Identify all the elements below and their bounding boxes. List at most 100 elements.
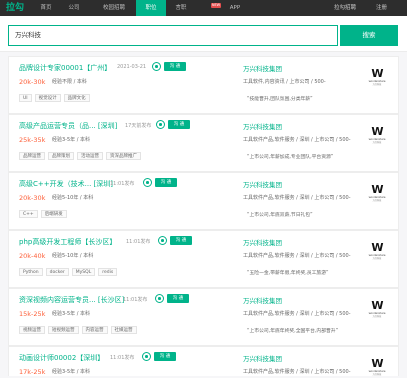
job-tag: Python (19, 268, 43, 276)
company-benefit: “上市公司,年底双薪,节日礼包” (247, 213, 313, 218)
job-tags: 视频运营 短视频运营 内容运营 社媒运营 (19, 326, 140, 335)
site-logo[interactable]: 拉勾 (6, 2, 28, 14)
job-tag: UI (19, 94, 32, 102)
salary: 20k-40k (19, 252, 46, 260)
company-benefit: “上市公司,年薪加成,专业团队,平台资源” (247, 155, 334, 160)
job-card[interactable]: 资深视频内容运营专员... [长沙区] 11:01发布 沟 通 15k-25k … (8, 288, 399, 346)
job-card[interactable]: 高级产品运营专员（品... [深圳] 17天前发布 沟 通 25k-35k 经验… (8, 114, 399, 172)
job-tag: 品牌策划 (48, 152, 74, 160)
company-benefit: “上市公司,年底年终奖,全国平台,内部晋升” (247, 329, 339, 334)
nav-item-company[interactable]: 公司 (62, 0, 86, 16)
top-nav: 拉勾 首页 公司 校园招聘 职位 言职 NEW APP 拉勾招聘 注册 (0, 0, 407, 16)
chat-icon (158, 236, 167, 245)
salary: 25k-35k (19, 136, 46, 144)
company-benefit: “技能晋升,团队氛围,分类年薪” (247, 97, 313, 102)
job-card[interactable]: php高级开发工程师【长沙区】 11:01发布 沟 通 20k-40k 经验5-… (8, 230, 399, 288)
nav-item-campus[interactable]: 校园招聘 (94, 0, 134, 16)
chat-button[interactable]: 沟 通 (164, 62, 186, 71)
nav-item-app[interactable]: APP (226, 0, 244, 16)
job-tag: 资深品牌推广 (106, 152, 141, 160)
job-tag: 视觉设计 (34, 94, 61, 102)
job-card[interactable]: 高级C++开发（技术... [深圳] 11:01发布 沟 通 20k-30k 经… (8, 172, 399, 230)
company-name[interactable]: 万兴科技集团 (243, 295, 282, 305)
chat-button[interactable]: 沟 通 (155, 178, 177, 187)
company-industry: 工具软件,内容资讯 / 上市公司 / 500- (243, 79, 326, 85)
nav-item-jobs[interactable]: 职位 (136, 0, 166, 16)
chat-icon (142, 352, 151, 361)
job-requirements: 经验不限 / 本科 (52, 79, 87, 85)
job-title[interactable]: 资深视频内容运营专员... [长沙区] (19, 295, 124, 305)
job-tags: Python docker MySQL redis (19, 268, 120, 277)
company-name[interactable]: 万兴科技集团 (243, 63, 282, 73)
chat-button[interactable]: 沟 通 (168, 120, 190, 129)
new-badge: NEW (211, 3, 221, 8)
company-industry: 工具软件产品,软件服务 / 深圳 / 上市公司 / 500- (243, 369, 351, 375)
search-input[interactable]: 万兴科技 (8, 25, 338, 46)
chat-button[interactable]: 沟 通 (170, 236, 192, 245)
job-tag: redis (98, 268, 118, 276)
job-tag: 短视频运营 (48, 326, 79, 334)
job-tag: 品牌文化 (63, 94, 90, 102)
job-requirements: 经验3-5年 / 本科 (52, 137, 91, 143)
company-logo[interactable]: Wwondershare 万兴科技 (361, 126, 393, 148)
job-requirements: 经验5-10年 / 本科 (52, 253, 94, 259)
company-name[interactable]: 万兴科技集团 (243, 353, 282, 363)
job-tag: 社媒运营 (110, 326, 137, 334)
job-requirements: 经验3-5年 / 本科 (52, 311, 91, 317)
company-industry: 工具软件产品,软件服务 / 深圳 / 上市公司 / 500- (243, 311, 351, 317)
job-title[interactable]: 高级C++开发（技术... [深圳] (19, 179, 113, 189)
nav-register-link[interactable]: 注册 (376, 0, 387, 16)
company-logo[interactable]: Wwondershare 万兴科技 (361, 184, 393, 206)
company-name[interactable]: 万兴科技集团 (243, 121, 282, 131)
job-title[interactable]: 高级产品运营专员（品... [深圳] (19, 121, 117, 131)
job-date: 11:01发布 (126, 239, 151, 245)
job-tag: docker (45, 268, 69, 276)
job-tag: 内容运营 (81, 326, 108, 334)
job-tag: 视频运营 (19, 326, 45, 334)
nav-employer-link[interactable]: 拉勾招聘 (334, 0, 356, 16)
chat-icon (143, 178, 152, 187)
job-title[interactable]: 动画设计师00002【深圳】 (19, 353, 104, 363)
job-title[interactable]: php高级开发工程师【长沙区】 (19, 237, 116, 247)
company-logo[interactable]: Wwondershare 万兴科技 (361, 358, 393, 378)
salary: 15k-25k (19, 310, 46, 318)
chat-button[interactable]: 沟 通 (154, 352, 176, 361)
job-date: 11:01发布 (110, 181, 135, 187)
job-date: 17天前发布 (125, 123, 152, 129)
salary: 20k-30k (19, 194, 46, 202)
company-logo[interactable]: Wwondershare 万兴科技 (361, 242, 393, 264)
company-benefit: “五险一金,带薪年假,年终奖,员工旅游” (247, 271, 329, 276)
company-logo[interactable]: Wwondershare 万兴科技 (361, 68, 393, 90)
job-tag: C++ (19, 210, 38, 218)
job-tags: 品牌运营 品牌策划 活动运营 资深品牌推广 (19, 152, 144, 161)
job-tag: MySQL (71, 268, 96, 276)
company-industry: 工具软件产品,软件服务 / 深圳 / 上市公司 / 500- (243, 253, 351, 259)
job-date: 11:01发布 (110, 355, 135, 361)
nav-item-yanzhi[interactable]: 言职 (170, 0, 192, 16)
job-card[interactable]: 动画设计师00002【深圳】 11:01发布 沟 通 17k-25k 经验3-5… (8, 346, 399, 376)
job-tag: 活动运营 (77, 152, 103, 160)
job-requirements: 经验3-5年 / 本科 (52, 369, 91, 375)
salary: 17k-25k (19, 368, 46, 376)
chat-icon (152, 62, 161, 71)
job-list: 品牌设计专家00001【广州】 2021-03-21 沟 通 20k-30k 经… (8, 56, 399, 376)
chat-icon (156, 120, 165, 129)
job-tag: 后端研发 (40, 210, 67, 218)
company-industry: 工具软件产品,软件服务 / 深圳 / 上市公司 / 500- (243, 137, 351, 143)
job-requirements: 经验5-10年 / 本科 (52, 195, 94, 201)
job-date: 2021-03-21 (117, 64, 147, 70)
nav-item-home[interactable]: 首页 (36, 0, 56, 16)
job-title[interactable]: 品牌设计专家00001【广州】 (19, 63, 111, 73)
job-tag: 品牌运营 (19, 152, 45, 160)
job-date: 11:01发布 (123, 297, 148, 303)
company-name[interactable]: 万兴科技集团 (243, 237, 282, 247)
search-button[interactable]: 搜索 (340, 25, 398, 46)
job-tags: UI 视觉设计 品牌文化 (19, 94, 93, 103)
company-logo[interactable]: Wwondershare 万兴科技 (361, 300, 393, 322)
company-name[interactable]: 万兴科技集团 (243, 179, 282, 189)
search-input-value: 万兴科技 (15, 31, 41, 39)
company-industry: 工具软件产品,软件服务 / 深圳 / 上市公司 / 500- (243, 195, 351, 201)
job-tags: C++ 后端研发 (19, 210, 70, 219)
chat-button[interactable]: 沟 通 (167, 294, 189, 303)
job-card[interactable]: 品牌设计专家00001【广州】 2021-03-21 沟 通 20k-30k 经… (8, 56, 399, 114)
